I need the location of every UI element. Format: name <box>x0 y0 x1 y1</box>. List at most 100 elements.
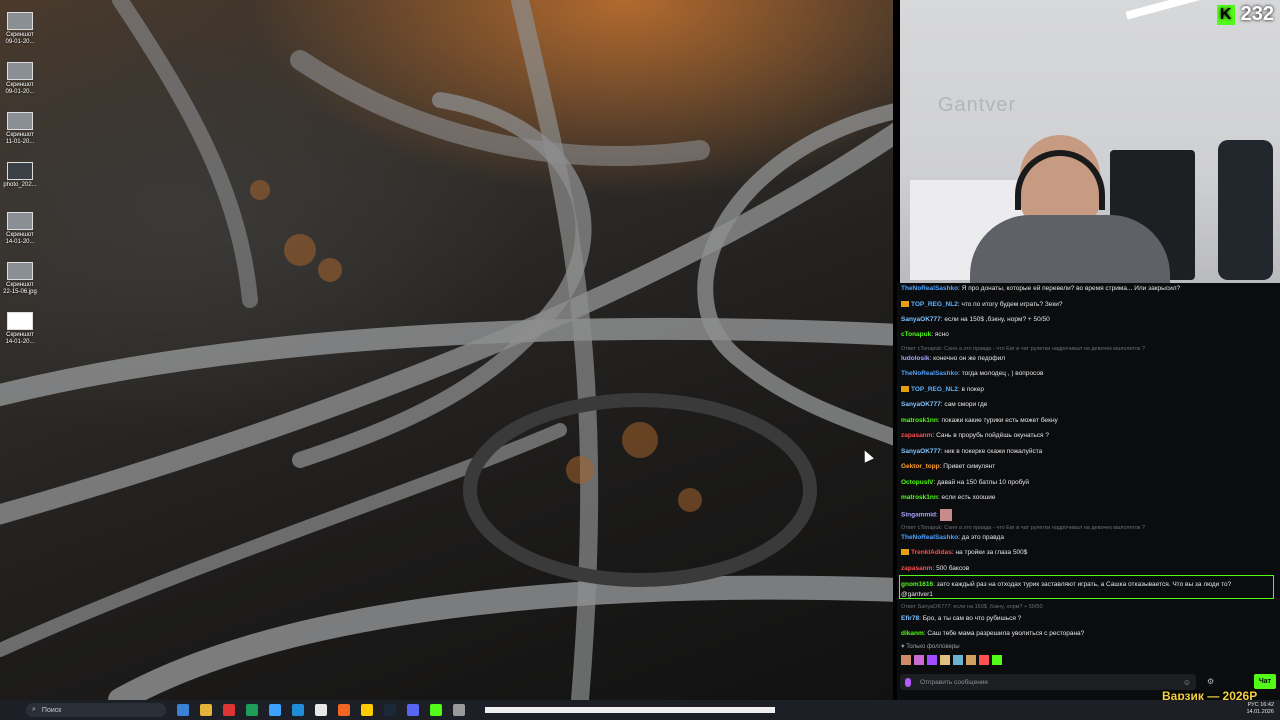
streamer-hoodie <box>970 215 1170 283</box>
chat-message: Singammid: <box>901 509 1276 521</box>
chat-username[interactable]: TheNoRealSashko <box>901 285 958 292</box>
chat-text: зато каждый раз на отходах турик заставл… <box>936 581 1232 588</box>
chat-username[interactable]: TOP_REG_NL2 <box>911 386 958 393</box>
emote-icon[interactable] <box>914 655 924 665</box>
taskbar-search[interactable]: ⌕ Поиск <box>26 703 166 717</box>
chat-username[interactable]: zapasanm <box>901 432 932 439</box>
chat-text: 500 баксов <box>936 565 970 572</box>
chat-message: TrenkIAdidas: на тройки за глаза 500$ <box>901 549 1276 556</box>
chat-username[interactable]: TrenkIAdidas <box>911 549 952 556</box>
kick-icon[interactable] <box>430 704 442 716</box>
emote-icon[interactable] <box>927 655 937 665</box>
desktop-icon-screenshot-4[interactable]: Скриншот 14-01-20... <box>2 212 38 246</box>
chat-text: Привет симулянт <box>943 463 996 470</box>
smiley-icon[interactable]: ☺ <box>1183 678 1191 687</box>
taskview-icon[interactable] <box>177 704 189 716</box>
chat-panel: TheNoRealSashko: Я про донаты, которые е… <box>897 283 1280 700</box>
chat-text: ясно <box>934 331 949 338</box>
chat-text: ник в покерке скажи пожалуйста <box>944 448 1043 455</box>
chat-username[interactable]: SanyaOK777 <box>901 316 941 323</box>
desktop-wallpaper: Скриншот 09-01-20... Скриншот 09-01-20..… <box>0 0 893 700</box>
app-icon[interactable] <box>246 704 258 716</box>
chat-message: OctopusIV: давай на 150 батлы 10 пробуй <box>901 479 1030 486</box>
chat-username[interactable]: SanyaOK777 <box>901 401 941 408</box>
clock-date: 14.01.2026 <box>1246 709 1274 715</box>
settings-gear-icon[interactable]: ⚙ <box>1207 677 1214 686</box>
pullup-bar <box>1125 0 1215 20</box>
app-icon[interactable] <box>223 704 235 716</box>
chat-message: SanyaOK777: если на 150$ ,бэкну, норм? +… <box>901 316 1050 323</box>
system-tray[interactable]: РУС 16:42 14.01.2026 <box>1246 702 1274 716</box>
desktop-icon-screenshot-5[interactable]: Скриншот 22-15-06.jpg <box>2 262 38 296</box>
emote-icon <box>939 509 952 521</box>
chat-message: TOP_REG_NL2: что по итогу будем играть? … <box>901 301 1276 308</box>
chat-message: dikanm: Саш тебе мама разрешила уволитьс… <box>901 630 1085 637</box>
chat-username[interactable]: ludolosik <box>901 355 930 362</box>
active-window-strip[interactable] <box>485 707 775 713</box>
chat-username[interactable]: matrosk1nn <box>901 494 938 501</box>
emote-picker-icon[interactable] <box>905 677 911 687</box>
chat-username[interactable]: Singammid <box>901 512 936 519</box>
chat-text: да это правда <box>961 534 1004 541</box>
desktop-icon-screenshot-1[interactable]: Скриншот 09-01-20... <box>2 12 38 46</box>
chat-message: cTonapuk: ясно <box>901 331 949 338</box>
jacket <box>1218 140 1273 280</box>
chat-message: TheNoRealSashko: да это правда <box>901 534 1004 541</box>
chat-text-continued: @gantver1 <box>901 591 933 598</box>
chat-text: сам смори где <box>944 401 988 408</box>
chat-username[interactable]: TheNoRealSashko <box>901 370 958 377</box>
chat-text: давай на 150 батлы 10 пробуй <box>937 479 1030 486</box>
emote-icon[interactable] <box>979 655 989 665</box>
kick-logo-icon: K <box>1216 4 1235 25</box>
chat-username[interactable]: OctopusIV <box>901 479 934 486</box>
chat-username[interactable]: SanyaOK777 <box>901 448 941 455</box>
taskbar: ⌕ Поиск РУС 16:42 14.01.2026 <box>0 700 1280 720</box>
emote-icon[interactable] <box>966 655 976 665</box>
desktop-icon-photo[interactable]: photo_202... <box>2 162 38 189</box>
send-chat-button[interactable]: Чат <box>1254 674 1276 689</box>
chat-username[interactable]: gnom1616 <box>901 581 933 588</box>
discord-icon[interactable] <box>407 704 419 716</box>
chat-message: matrosk1nn: покажи какие турики есть мож… <box>901 417 1058 424</box>
chat-input-placeholder: Отправить сообщение <box>920 678 989 686</box>
wall-sign: Gantver <box>938 94 1017 116</box>
emote-icon[interactable] <box>992 655 1002 665</box>
reply-quote: Ответ cTonapuk: Саня а это правда - что … <box>901 525 1145 531</box>
steam-icon[interactable] <box>384 704 396 716</box>
chat-username[interactable]: Efir78 <box>901 615 919 622</box>
highway-interchange-image <box>0 0 893 700</box>
chat-text: тогда молодец , ) вопросов <box>961 370 1044 377</box>
chat-username[interactable]: TheNoRealSashko <box>901 534 958 541</box>
app-icon[interactable] <box>453 704 465 716</box>
emote-bar[interactable] <box>901 655 1002 665</box>
chat-username[interactable]: matrosk1nn <box>901 417 938 424</box>
crown-badge-icon <box>901 301 909 308</box>
chat-username[interactable]: TOP_REG_NL2 <box>911 301 958 308</box>
chat-message: Gektor_topp: Привет симулянт <box>901 463 996 470</box>
chat-username[interactable]: cTonapuk <box>901 331 931 338</box>
chat-input[interactable]: Отправить сообщение ☺ <box>900 674 1196 690</box>
chat-text: покажи какие турики есть может бекну <box>941 417 1058 424</box>
chat-message: SanyaOK777: сам смори где <box>901 401 988 408</box>
chat-text: Бро, а ты сам во что рубишься ? <box>922 615 1022 622</box>
chat-message: SanyaOK777: ник в покерке скажи пожалуйс… <box>901 448 1043 455</box>
file-explorer-icon[interactable] <box>200 704 212 716</box>
telegram-icon[interactable] <box>269 704 281 716</box>
emote-icon[interactable] <box>940 655 950 665</box>
edge-icon[interactable] <box>292 704 304 716</box>
chat-username[interactable]: Gektor_topp <box>901 463 940 470</box>
chat-username[interactable]: dikanm <box>901 630 924 637</box>
chrome-icon[interactable] <box>315 704 327 716</box>
yandex-icon[interactable] <box>361 704 373 716</box>
desktop-icon-screenshot-3[interactable]: Скриншот 11-01-20... <box>2 112 38 146</box>
desktop-icon-screenshot-2[interactable]: Скриншот 09-01-20... <box>2 62 38 96</box>
followers-only-notice: ♥ Только фолловеры <box>901 644 960 650</box>
desktop-icon-screenshot-6[interactable]: Скриншот 14-01-20... <box>2 312 38 346</box>
chat-text: Саш тебе мама разрешила уволиться с рест… <box>927 630 1085 637</box>
emote-icon[interactable] <box>901 655 911 665</box>
emote-icon[interactable] <box>953 655 963 665</box>
chat-message: TheNoRealSashko: Я про донаты, которые е… <box>901 285 1181 292</box>
app-icon[interactable] <box>338 704 350 716</box>
chat-username[interactable]: zapasanm <box>901 565 932 572</box>
chat-message: zapasanm: Сань в прорубь пойдёшь окунать… <box>901 432 1049 439</box>
